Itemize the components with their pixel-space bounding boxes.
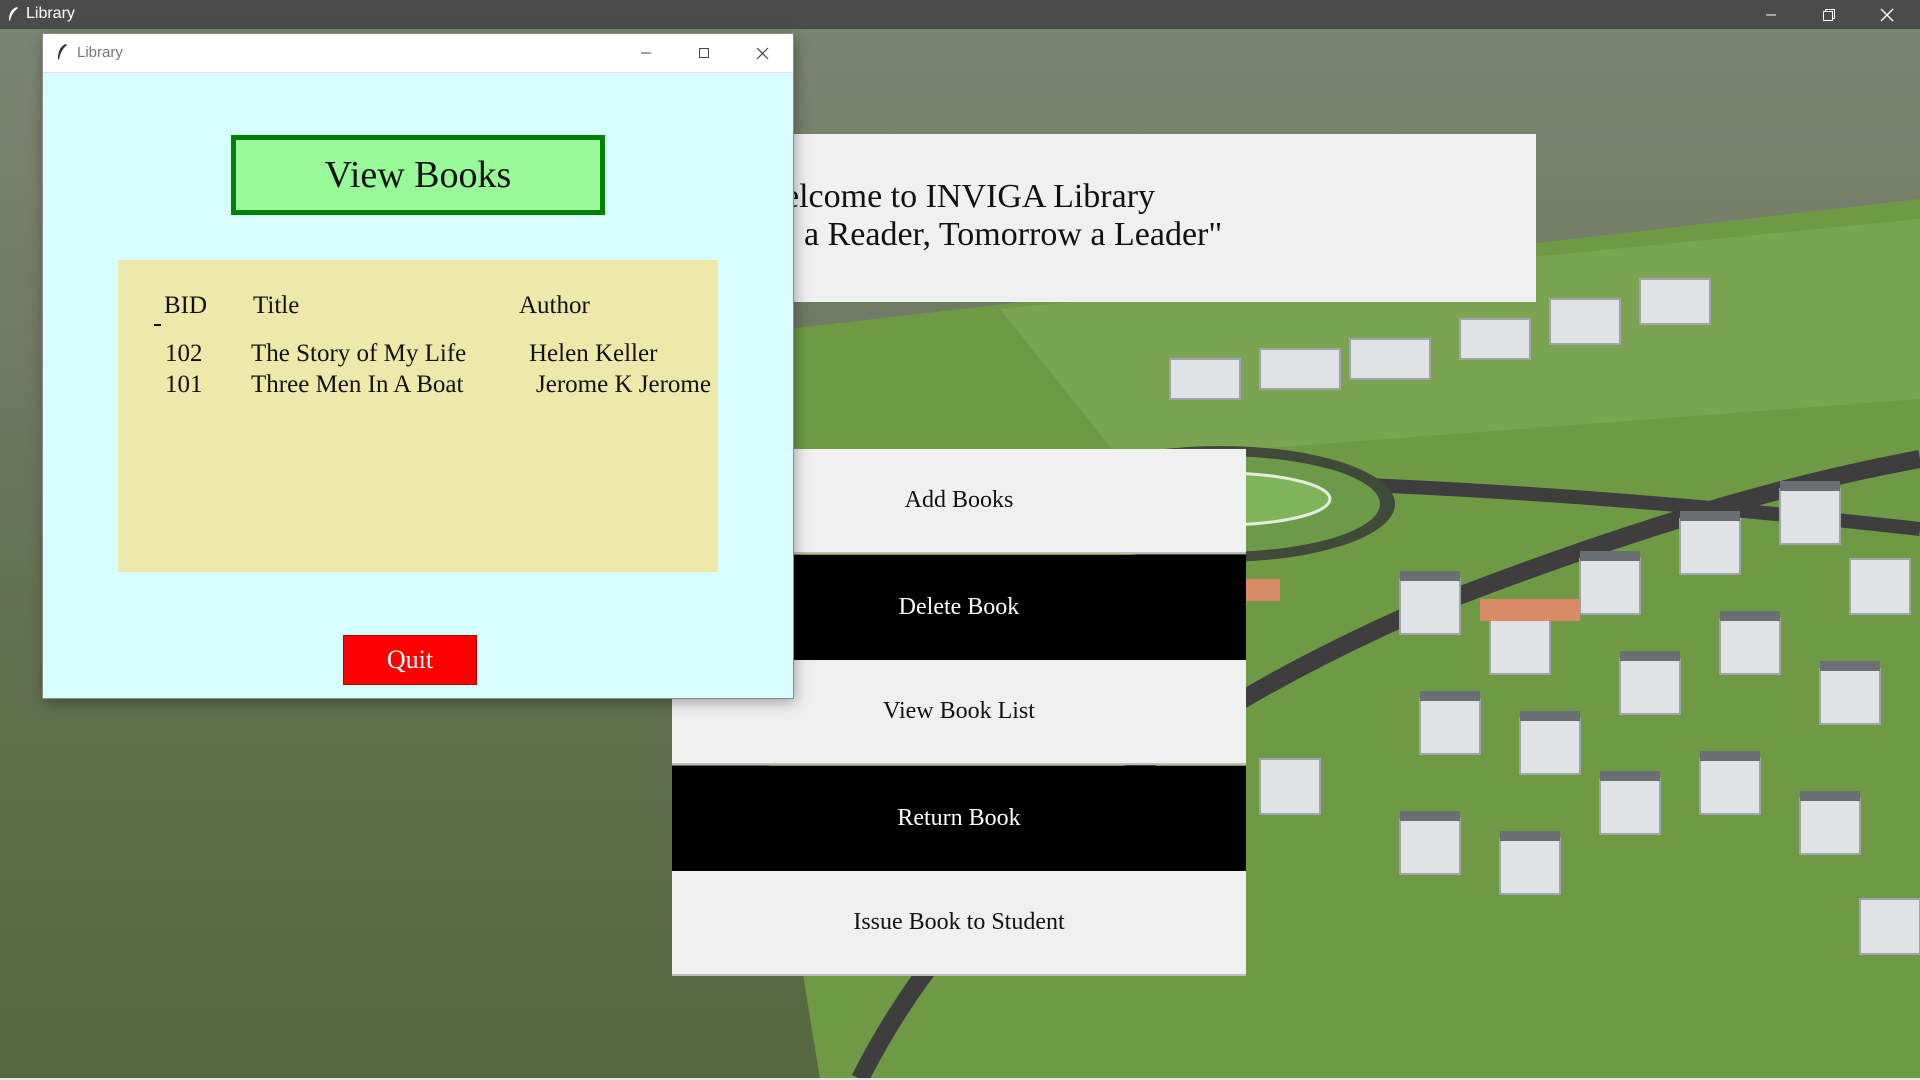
- maximize-icon: [699, 48, 709, 58]
- restore-icon: [1823, 8, 1835, 21]
- view-books-window: Library View Books BID Title Author 102 …: [43, 34, 793, 698]
- main-title-bar: Library: [0, 0, 1920, 29]
- window-title: Library: [26, 5, 75, 22]
- child-title-bar: Library: [43, 34, 793, 73]
- feather-icon: [9, 7, 18, 21]
- table-row-1-title: The Story of My Life: [251, 340, 467, 367]
- books-table: BID Title Author 102 The Story of My Lif…: [118, 260, 718, 572]
- column-header-author: Author: [519, 292, 590, 319]
- close-icon: [756, 47, 768, 59]
- child-minimize-button[interactable]: [617, 34, 675, 72]
- quit-button[interactable]: Quit: [343, 635, 477, 685]
- issue-book-button[interactable]: Issue Book to Student: [672, 871, 1246, 976]
- table-row-1-bid: 102: [165, 340, 203, 367]
- welcome-heading: elcome to INVIGA Library: [784, 178, 1156, 215]
- column-header-bid: BID: [164, 292, 208, 319]
- minimize-icon: [641, 52, 651, 54]
- text-cursor-mark: [154, 324, 161, 326]
- child-maximize-button[interactable]: [675, 34, 733, 72]
- column-header-title: Title: [253, 292, 300, 319]
- child-close-button[interactable]: [733, 34, 791, 72]
- feather-icon: [58, 44, 67, 60]
- table-row-2-author: Jerome K Jerome: [536, 371, 711, 398]
- child-window-title: Library: [77, 44, 123, 61]
- return-book-button[interactable]: Return Book: [672, 766, 1246, 871]
- close-icon: [1880, 8, 1894, 21]
- table-row-1-author: Helen Keller: [529, 340, 658, 367]
- close-button[interactable]: [1858, 0, 1916, 29]
- table-row-2-bid: 101: [165, 371, 203, 398]
- table-row-2-title: Three Men In A Boat: [251, 371, 464, 398]
- minimize-button[interactable]: [1742, 0, 1800, 29]
- restore-button[interactable]: [1800, 0, 1858, 29]
- minimize-icon: [1766, 14, 1776, 15]
- view-books-heading: View Books: [231, 135, 605, 215]
- welcome-motto: a Reader, Tomorrow a Leader": [804, 216, 1223, 253]
